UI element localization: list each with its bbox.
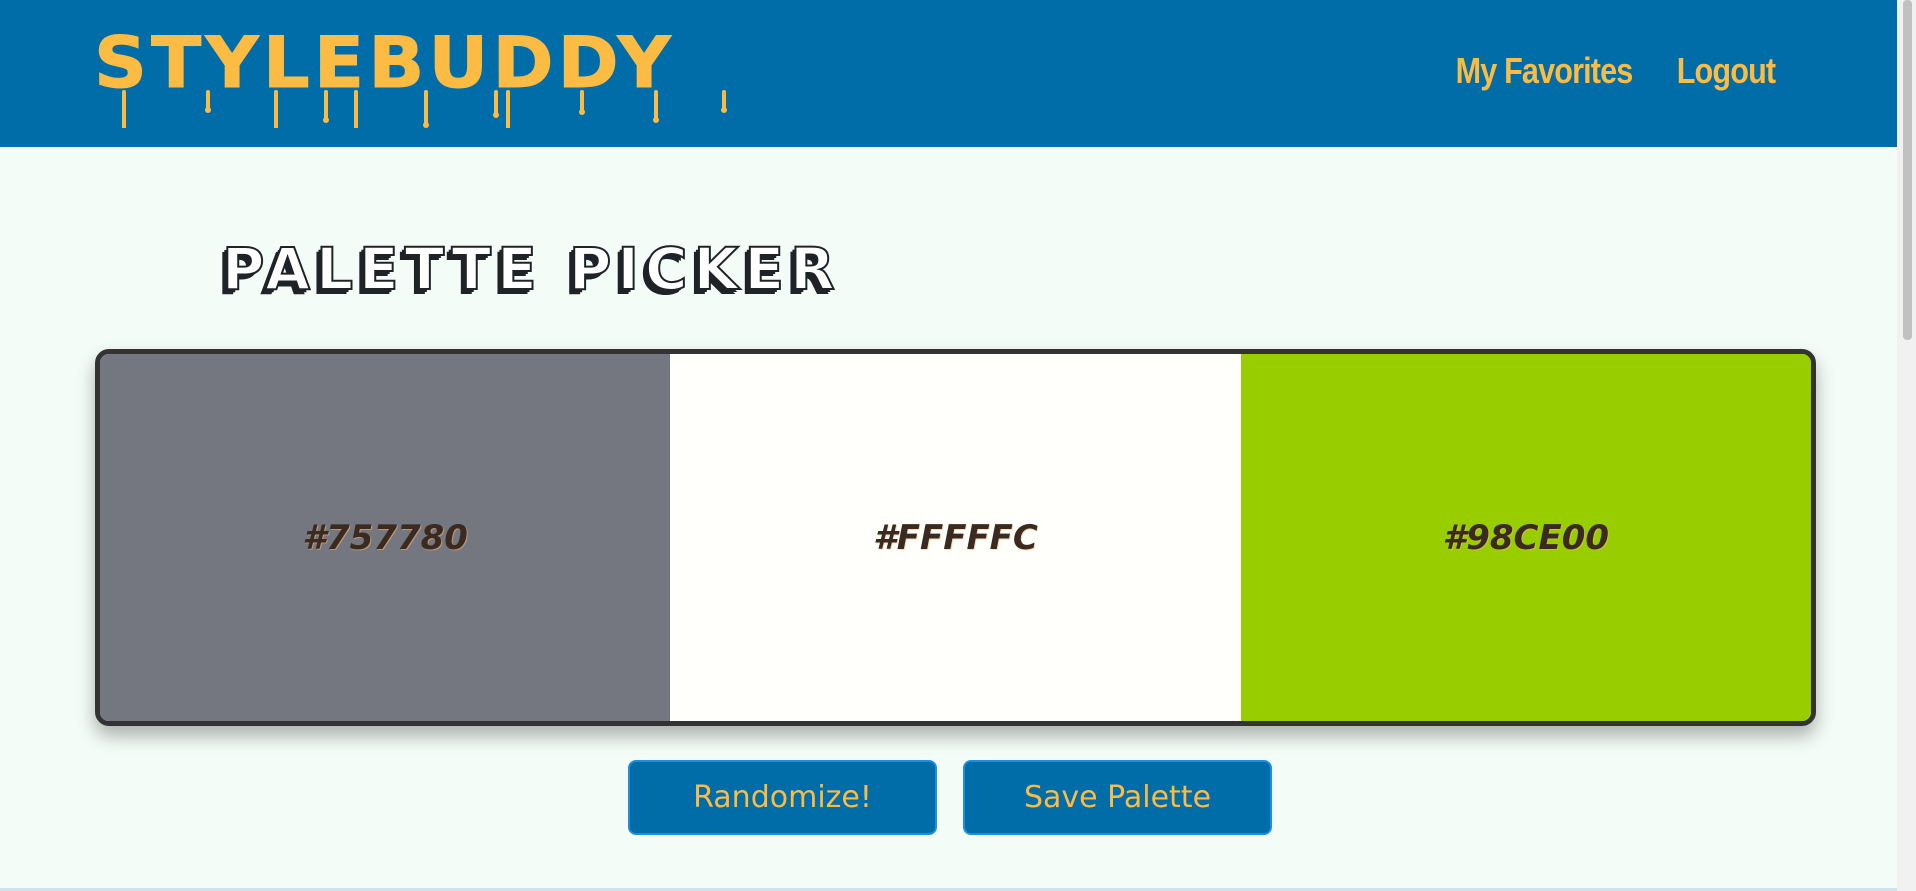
header: STYLEBUDDY My Favorites Logout xyxy=(0,0,1897,147)
color-swatch[interactable]: #FFFFFC xyxy=(670,354,1241,721)
header-nav: My Favorites Logout xyxy=(1440,50,1784,92)
save-palette-button[interactable]: Save Palette xyxy=(963,760,1272,835)
scrollbar-thumb[interactable] xyxy=(1903,0,1912,340)
action-buttons: Randomize! Save Palette xyxy=(628,760,1272,835)
swatch-hex-label: #98CE00 xyxy=(1442,517,1610,558)
page-title: PALETTE PICKER xyxy=(221,235,841,303)
logo[interactable]: STYLEBUDDY xyxy=(93,22,784,128)
swatch-hex-label: #757780 xyxy=(302,517,468,558)
nav-logout-link[interactable]: Logout xyxy=(1677,50,1776,92)
randomize-button[interactable]: Randomize! xyxy=(628,760,937,835)
color-swatch[interactable]: #757780 xyxy=(100,354,671,721)
logo-text: STYLEBUDDY xyxy=(93,22,675,104)
swatch-hex-label: #FFFFFC xyxy=(873,517,1038,558)
palette-display: #757780 #FFFFFC #98CE00 xyxy=(95,349,1816,726)
nav-my-favorites-link[interactable]: My Favorites xyxy=(1456,50,1634,92)
color-swatch[interactable]: #98CE00 xyxy=(1240,354,1811,721)
vertical-scrollbar[interactable] xyxy=(1897,0,1916,891)
